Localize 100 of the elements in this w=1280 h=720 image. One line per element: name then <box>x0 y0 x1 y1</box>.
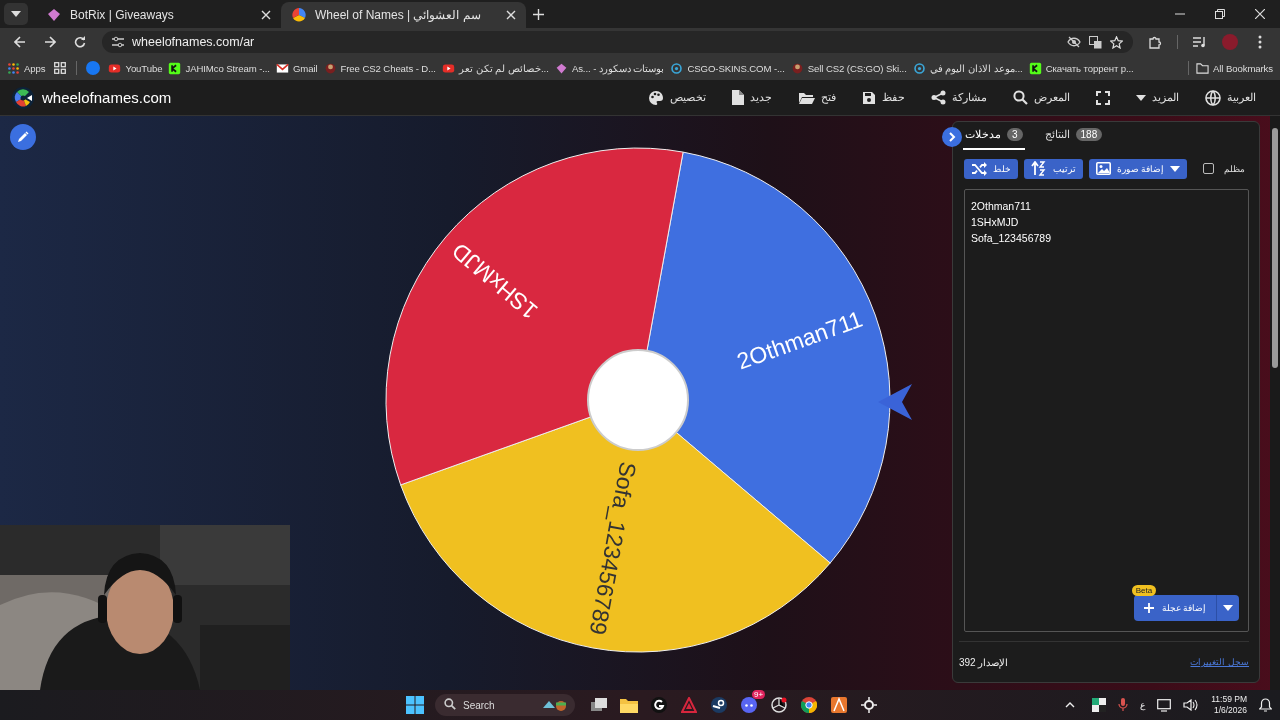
site-settings-icon <box>112 36 124 48</box>
chevron-up-icon <box>1065 702 1076 708</box>
diamond-icon <box>554 61 568 75</box>
edit-button[interactable] <box>10 124 36 150</box>
ring-icon <box>912 61 926 75</box>
bookmark-link[interactable]: خصائص لم تكن تعر... <box>438 59 552 77</box>
chat-app-button[interactable] <box>739 695 759 715</box>
app-button[interactable] <box>829 695 849 715</box>
fullscreen-button[interactable] <box>1096 90 1110 105</box>
new-button[interactable]: جديد <box>732 90 772 105</box>
envelope-icon <box>275 61 289 75</box>
bookmark-link[interactable]: Apps <box>4 59 49 77</box>
back-arrow-icon <box>14 36 26 48</box>
dropdown-button[interactable] <box>1217 595 1239 622</box>
chevron-right-icon <box>948 132 956 142</box>
square-icon <box>168 61 182 75</box>
caret-icon <box>11 11 21 17</box>
app-button[interactable] <box>769 695 789 715</box>
folder-icon <box>798 90 815 105</box>
changelog-link[interactable]: سجل التغييرات <box>1190 657 1249 668</box>
tab-title: Wheel of Names | سم العشوائي <box>315 8 482 22</box>
bookmark-link[interactable]: موعد الاذان اليوم في... <box>909 59 1026 77</box>
all-bookmarks-button[interactable]: All Bookmarks <box>1193 59 1276 77</box>
microphone-icon <box>1118 698 1129 712</box>
wheel-icon <box>291 7 307 23</box>
site-title: wheelofnames.com <box>42 89 172 106</box>
triangle-icon <box>681 697 697 713</box>
folder-icon <box>1196 61 1209 75</box>
caret-icon <box>1136 94 1146 101</box>
app-button[interactable] <box>649 695 669 715</box>
play-icon <box>441 61 455 75</box>
avatar-icon <box>1222 34 1238 50</box>
more-menu[interactable]: المزيد <box>1136 91 1179 104</box>
time-label: 11:59 PM <box>1211 694 1247 705</box>
puzzle-piece-icon <box>1148 35 1162 49</box>
add-image-button[interactable]: إضافة صورة <box>1089 158 1188 179</box>
palette-icon <box>648 89 664 106</box>
bookmark-link[interactable]: Скачать торрент р... <box>1025 59 1137 77</box>
image-icon <box>1096 162 1111 175</box>
browser-tab[interactable]: BotRix | Giveaways <box>36 2 281 28</box>
tab-list-button[interactable] <box>4 3 28 25</box>
play-icon <box>108 61 122 75</box>
bookmark-link[interactable]: Sell CS2 (CS:GO) Ski... <box>787 59 910 77</box>
bookmark-link[interactable]: JAHIMco Stream -... <box>165 59 273 77</box>
wheel-logo-icon <box>12 86 34 109</box>
close-icon <box>1255 9 1265 19</box>
sort-button[interactable]: ترتيب <box>1024 158 1083 179</box>
bookmark-link[interactable]: As... - بوستات دسكورد <box>551 59 668 77</box>
shuffle-icon <box>971 161 987 176</box>
language-indicator[interactable]: ع <box>1140 700 1146 710</box>
ring-icon <box>670 61 684 75</box>
bookmark-link[interactable]: Free CS2 Cheats - D... <box>320 59 439 77</box>
collapse-button[interactable] <box>942 127 962 147</box>
share-button[interactable]: مشاركة <box>931 90 987 105</box>
customize-button[interactable]: تخصيص <box>648 89 706 106</box>
checkbox-label: مظلم <box>1224 163 1246 174</box>
checkered-flag-icon <box>1092 698 1107 712</box>
shuffle-button[interactable]: خلط <box>964 158 1018 179</box>
gallery-link[interactable]: المعرض <box>1013 90 1070 105</box>
bookmark-link[interactable]: YouTube <box>105 59 166 77</box>
forward-arrow-icon <box>44 36 56 48</box>
minimize-icon <box>1175 13 1185 15</box>
landscape-icon <box>543 698 567 712</box>
blob-icon <box>323 61 337 75</box>
pointer-icon <box>878 384 912 420</box>
search-field[interactable]: Search <box>435 694 575 716</box>
version-label: الإصدار 392 <box>959 656 1009 668</box>
notification-badge: 9+ <box>752 690 766 699</box>
reload-icon <box>74 36 86 48</box>
checkbox[interactable] <box>1203 163 1215 174</box>
share-icon <box>931 90 946 105</box>
caret-icon <box>1170 165 1181 172</box>
count-badge: 188 <box>1075 128 1103 142</box>
save-button[interactable]: حفظ <box>862 90 905 105</box>
circle-icon <box>86 61 101 75</box>
menu-icon <box>1258 35 1262 49</box>
browser-button[interactable] <box>799 695 819 715</box>
add-wheel-button[interactable]: إضافة عجلة <box>1133 595 1217 622</box>
bookmark-link[interactable]: CSGO-SKINS.COM -... <box>667 59 788 77</box>
caret-icon <box>1223 605 1233 612</box>
peak-icon <box>831 697 847 713</box>
close-icon <box>261 10 271 20</box>
globe-icon <box>1205 89 1221 106</box>
restore-icon <box>1215 9 1225 19</box>
language-menu[interactable]: العربية <box>1205 89 1256 106</box>
diamond-icon <box>46 7 62 23</box>
g-hook-icon <box>651 697 667 713</box>
clock[interactable]: 11:59 PM 1/6/2026 <box>1211 694 1247 716</box>
windows-stack-icon <box>591 698 607 712</box>
address-bar[interactable]: wheelofnames.com/ar <box>102 31 1133 53</box>
start-button[interactable] <box>405 695 425 715</box>
speaker-icon <box>1183 699 1200 711</box>
blob-icon <box>790 61 804 75</box>
plus-icon <box>1143 603 1154 614</box>
url-text: wheelofnames.com/ar <box>132 35 256 49</box>
open-button[interactable]: فتح <box>798 90 836 105</box>
bookmark-link[interactable]: Gmail <box>272 59 321 77</box>
tab-title: BotRix | Giveaways <box>70 8 175 22</box>
browser-tab[interactable]: Wheel of Names | سم العشوائي <box>281 2 526 28</box>
date-label: 1/6/2026 <box>1213 705 1247 716</box>
